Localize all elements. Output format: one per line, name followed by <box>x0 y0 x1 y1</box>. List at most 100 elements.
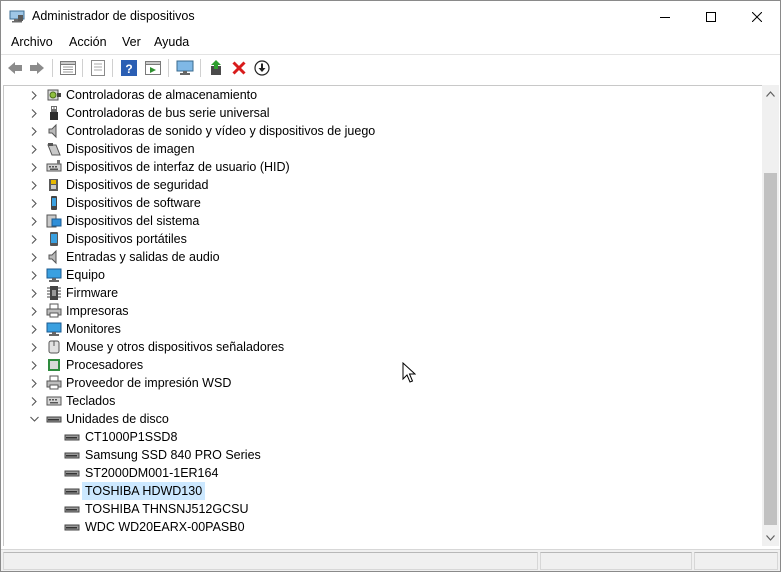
status-cell-main <box>3 552 538 570</box>
disk-drive-icon <box>64 501 80 517</box>
scroll-down-button[interactable] <box>762 529 779 546</box>
minimize-button[interactable] <box>642 1 688 32</box>
chevron-down-icon[interactable] <box>29 414 39 424</box>
tree-device-row[interactable]: ST2000DM001-1ER164 <box>4 464 744 482</box>
menu-bar: Archivo Acción Ver Ayuda <box>1 32 780 54</box>
chevron-right-icon[interactable] <box>29 360 39 370</box>
tree-category-row[interactable]: Teclados <box>4 392 744 410</box>
menu-view[interactable]: Ver <box>122 35 141 49</box>
system-device-icon <box>46 213 62 229</box>
tree-category-row[interactable]: Dispositivos del sistema <box>4 212 744 230</box>
tree-category-row[interactable]: Controladoras de sonido y vídeo y dispos… <box>4 122 744 140</box>
tree-category-row[interactable]: Dispositivos de software <box>4 194 744 212</box>
toolbar: ? <box>1 54 780 81</box>
tree-category-label: Impresoras <box>66 304 129 318</box>
chevron-right-icon[interactable] <box>29 306 39 316</box>
chevron-right-icon[interactable] <box>29 144 39 154</box>
chevron-right-icon[interactable] <box>29 378 39 388</box>
chevron-right-icon[interactable] <box>29 180 39 190</box>
selected-device-label: TOSHIBA HDWD130 <box>82 482 206 500</box>
properties-icon <box>60 61 76 75</box>
chevron-right-icon[interactable] <box>29 288 39 298</box>
title-bar[interactable]: Administrador de dispositivos <box>1 1 780 32</box>
chevron-right-icon[interactable] <box>29 162 39 172</box>
properties-button[interactable] <box>58 58 78 78</box>
back-button[interactable] <box>5 58 25 78</box>
maximize-button[interactable] <box>688 1 734 32</box>
tree-category-label: Equipo <box>66 268 105 282</box>
scroll-up-button[interactable] <box>762 85 779 102</box>
tree-device-row[interactable]: TOSHIBA HDWD130 <box>4 482 744 500</box>
firmware-icon <box>46 285 62 301</box>
tree-category-row[interactable]: Equipo <box>4 266 744 284</box>
tree-category-row[interactable]: Controladoras de bus serie universal <box>4 104 744 122</box>
chevron-up-icon <box>766 90 775 97</box>
show-hidden-button[interactable] <box>88 58 108 78</box>
tree-category-row[interactable]: Dispositivos portátiles <box>4 230 744 248</box>
tree-category-row[interactable]: Dispositivos de interfaz de usuario (HID… <box>4 158 744 176</box>
tree-category-row[interactable]: Firmware <box>4 284 744 302</box>
keyboard-icon <box>46 393 62 409</box>
menu-file[interactable]: Archivo <box>11 35 53 49</box>
monitor-icon <box>46 321 62 337</box>
chevron-right-icon[interactable] <box>29 216 39 226</box>
monitor-icon <box>176 60 194 75</box>
menu-action[interactable]: Acción <box>69 35 107 49</box>
disk-drive-icon <box>64 465 80 481</box>
chevron-right-icon[interactable] <box>29 108 39 118</box>
tree-category-row[interactable]: Proveedor de impresión WSD <box>4 374 744 392</box>
chevron-right-icon[interactable] <box>29 198 39 208</box>
uninstall-button[interactable] <box>229 58 249 78</box>
tree-category-label: Procesadores <box>66 358 144 372</box>
storage-controller-icon <box>46 87 62 103</box>
tree-device-row[interactable]: Samsung SSD 840 PRO Series <box>4 446 744 464</box>
download-button[interactable] <box>252 58 272 78</box>
tree-category-row[interactable]: Monitores <box>4 320 744 338</box>
tree-category-row[interactable]: Mouse y otros dispositivos señaladores <box>4 338 744 356</box>
svg-text:?: ? <box>125 62 132 76</box>
chevron-right-icon[interactable] <box>29 342 39 352</box>
chevron-right-icon[interactable] <box>29 126 39 136</box>
tree-category-label: Controladoras de almacenamiento <box>66 88 258 102</box>
tree-category-label: Controladoras de bus serie universal <box>66 106 270 120</box>
tree-category-row[interactable]: Entradas y salidas de audio <box>4 248 744 266</box>
download-icon <box>254 60 270 76</box>
portable-device-icon <box>46 231 62 247</box>
chevron-right-icon[interactable] <box>29 252 39 262</box>
scan-hardware-button[interactable] <box>175 58 195 78</box>
audio-io-icon <box>46 249 62 265</box>
help-button[interactable]: ? <box>119 58 139 78</box>
tree-device-row[interactable]: WDC WD20EARX-00PASB0 <box>4 518 744 536</box>
tree-category-row[interactable]: Controladoras de almacenamiento <box>4 86 744 104</box>
tree-category-row[interactable]: Impresoras <box>4 302 744 320</box>
update-driver-button[interactable] <box>206 58 226 78</box>
run-button[interactable] <box>143 58 163 78</box>
device-tree[interactable]: Controladoras de almacenamiento Controlad… <box>3 85 762 546</box>
chevron-right-icon[interactable] <box>29 396 39 406</box>
chevron-right-icon[interactable] <box>29 324 39 334</box>
disk-drive-icon <box>64 447 80 463</box>
tree-device-row[interactable]: TOSHIBA THNSNJ512GCSU <box>4 500 744 518</box>
tree-device-row[interactable]: CT1000P1SSD8 <box>4 428 744 446</box>
forward-button[interactable] <box>27 58 47 78</box>
tree-category-label: Unidades de disco <box>66 412 169 426</box>
tree-category-row[interactable]: Dispositivos de imagen <box>4 140 744 158</box>
tree-device-label: TOSHIBA THNSNJ512GCSU <box>85 502 249 516</box>
tree-category-label: Dispositivos portátiles <box>66 232 187 246</box>
status-bar <box>1 549 780 571</box>
mouse-cursor-icon <box>402 362 416 383</box>
chevron-right-icon[interactable] <box>29 90 39 100</box>
vertical-scrollbar[interactable] <box>762 85 779 546</box>
computer-icon <box>46 267 62 283</box>
scrollbar-thumb[interactable] <box>764 173 777 525</box>
tree-category-row[interactable]: Unidades de disco <box>4 410 744 428</box>
tree-category-row[interactable]: Procesadores <box>4 356 744 374</box>
chevron-right-icon[interactable] <box>29 234 39 244</box>
menu-help[interactable]: Ayuda <box>154 35 189 49</box>
usb-icon <box>46 105 62 121</box>
tree-category-row[interactable]: Dispositivos de seguridad <box>4 176 744 194</box>
mouse-icon <box>46 339 62 355</box>
chevron-right-icon[interactable] <box>29 270 39 280</box>
close-button[interactable] <box>734 1 780 32</box>
maximize-icon <box>706 11 716 22</box>
